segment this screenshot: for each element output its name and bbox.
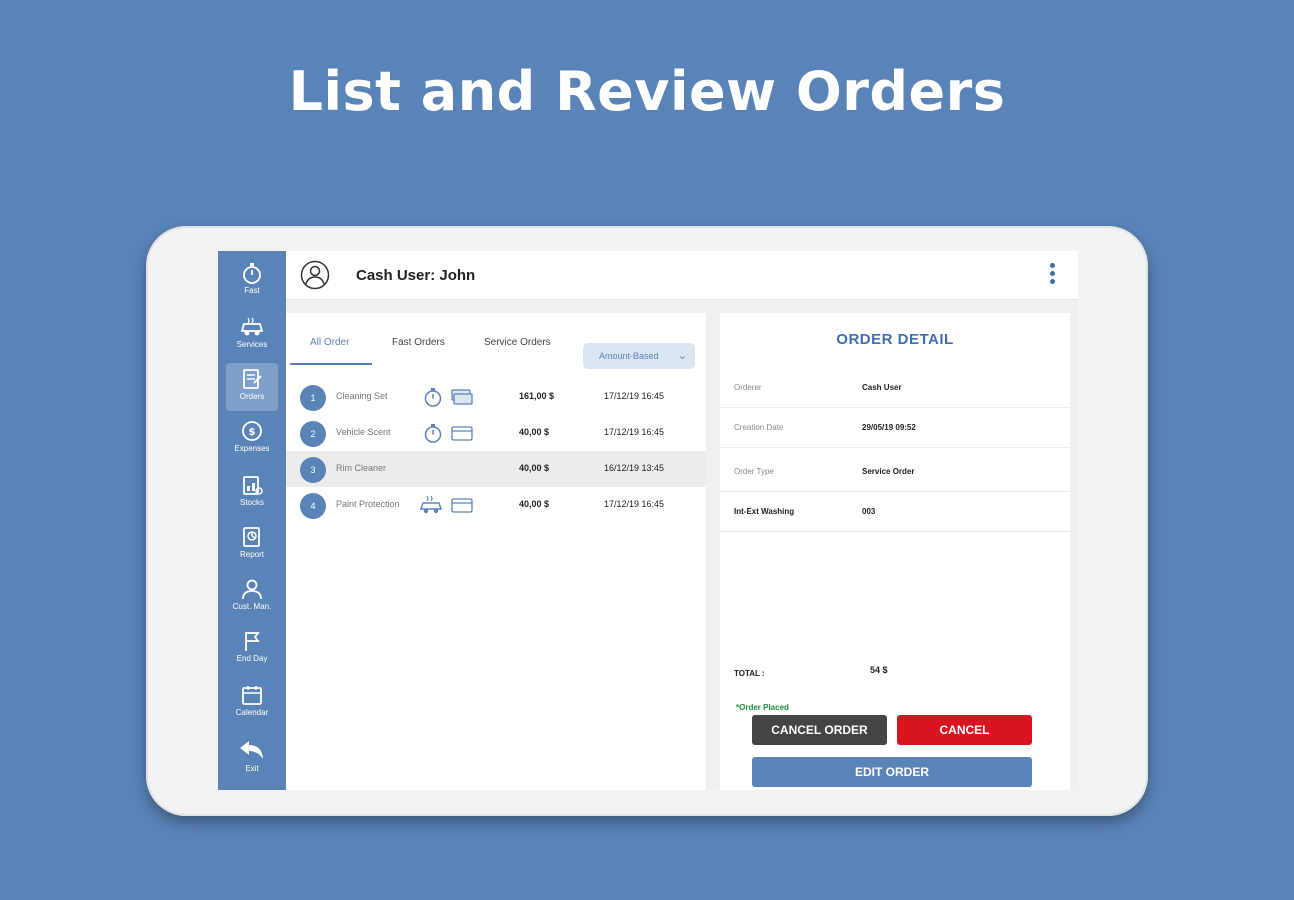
detail-row-order-type: Order Type Service Order: [720, 451, 1070, 492]
order-row[interactable]: 2 Vehicle Scent 40,00 $ 17/12/19 16:45: [286, 415, 706, 451]
status-text: *Order Placed: [736, 703, 789, 712]
order-date: 16/12/19 13:45: [604, 463, 665, 473]
order-number-badge: 1: [300, 385, 326, 411]
order-row[interactable]: 1 Cleaning Set 161,00 $ 17/12/19 16:45: [286, 379, 706, 415]
credit-card-icon: [451, 426, 473, 441]
order-date: 17/12/19 16:45: [604, 391, 665, 401]
orders-icon: [243, 369, 262, 389]
sidebar-item-exit[interactable]: Exit: [226, 735, 278, 783]
app-screen: Fast Services Orders $ Expenses Stocks R…: [218, 251, 1078, 790]
detail-row-creation-date: Creation Date 29/05/19 09:52: [720, 407, 1070, 448]
exit-arrow-icon: [240, 741, 263, 759]
sidebar-item-label: Services: [236, 340, 268, 349]
detail-label: Order Type: [734, 467, 774, 476]
sidebar-item-label: Fast: [244, 286, 260, 295]
tab-all-orders[interactable]: All Order: [310, 337, 349, 348]
sidebar-item-customer-management[interactable]: Cust. Man.: [226, 573, 278, 621]
headline: List and Review Orders: [288, 60, 1006, 123]
order-item-name: Paint Protection: [336, 499, 400, 509]
stopwatch-icon: [424, 424, 442, 443]
order-price: 40,00 $: [519, 463, 550, 473]
person-icon: [242, 579, 262, 600]
more-menu-icon[interactable]: [1050, 263, 1056, 289]
flag-icon: [245, 632, 260, 651]
chevron-down-icon: ⌄: [677, 350, 687, 362]
stocks-icon: [243, 476, 263, 495]
sidebar-item-label: Orders: [239, 392, 265, 401]
report-icon: [243, 527, 260, 547]
detail-label: Orderer: [734, 383, 762, 392]
sidebar-item-stocks[interactable]: Stocks: [226, 469, 278, 517]
stopwatch-icon: [424, 388, 442, 407]
order-number-badge: 3: [300, 457, 326, 483]
sidebar-item-calendar[interactable]: Calendar: [226, 679, 278, 727]
user-avatar-icon[interactable]: [300, 260, 330, 290]
order-item-name: Cleaning Set: [336, 391, 388, 401]
detail-row-service: Int-Ext Washing 003: [720, 491, 1070, 532]
order-row[interactable]: 4 Paint Protection 40,00 $ 17/12/19 16:4…: [286, 487, 706, 523]
order-price: 40,00 $: [519, 427, 550, 437]
total-label: TOTAL :: [734, 669, 765, 678]
order-number-badge: 4: [300, 493, 326, 519]
sidebar-item-end-day[interactable]: End Day: [226, 625, 278, 673]
sidebar-item-label: Exit: [245, 764, 259, 773]
order-list-panel: All Order Fast Orders Service Orders Amo…: [286, 313, 706, 790]
sidebar-item-label: Cust. Man.: [232, 602, 272, 611]
sidebar-item-orders[interactable]: Orders: [226, 363, 278, 411]
sidebar-item-label: Stocks: [239, 498, 264, 507]
sidebar: Fast Services Orders $ Expenses Stocks R…: [218, 251, 286, 790]
credit-card-icon: [451, 498, 473, 513]
total-value: 54 $: [870, 665, 888, 675]
active-tab-indicator: [290, 363, 372, 365]
stopwatch-icon: [243, 263, 261, 284]
order-item-name: Vehicle Scent: [336, 427, 391, 437]
detail-row-orderer: Orderer Cash User: [720, 367, 1070, 408]
cancel-order-button[interactable]: CANCEL ORDER: [752, 715, 887, 745]
car-wash-icon: [420, 495, 442, 514]
sidebar-item-services[interactable]: Services: [226, 311, 278, 359]
order-number-badge: 2: [300, 421, 326, 447]
page-title: Cash User: John: [356, 267, 476, 284]
coin-icon: $: [242, 421, 262, 441]
detail-title: ORDER DETAIL: [836, 331, 954, 348]
order-row-selected[interactable]: 3 Rim Cleaner 40,00 $ 16/12/19 13:45: [286, 451, 706, 487]
sidebar-item-label: End Day: [236, 654, 268, 663]
detail-value: Cash User: [862, 383, 902, 392]
sidebar-item-report[interactable]: Report: [226, 521, 278, 569]
detail-label: Int-Ext Washing: [734, 507, 795, 516]
svg-text:$: $: [249, 427, 256, 438]
sidebar-item-fast[interactable]: Fast: [226, 257, 278, 305]
detail-value: Service Order: [862, 467, 915, 476]
car-icon: [240, 317, 264, 336]
top-bar: Cash User: John: [286, 251, 1078, 300]
filter-label: Amount-Based: [599, 351, 659, 361]
detail-value: 29/05/19 09:52: [862, 423, 916, 432]
cancel-button[interactable]: CANCEL: [897, 715, 1032, 745]
order-price: 161,00 $: [519, 391, 555, 401]
order-detail-panel: ORDER DETAIL Orderer Cash User Creation …: [720, 313, 1070, 790]
detail-label: Creation Date: [734, 423, 784, 432]
tab-service-orders[interactable]: Service Orders: [484, 337, 551, 348]
order-tabs: All Order Fast Orders Service Orders Amo…: [286, 329, 706, 369]
tab-fast-orders[interactable]: Fast Orders: [392, 337, 445, 348]
detail-value: 003: [862, 507, 876, 516]
sidebar-item-label: Report: [239, 550, 264, 559]
sidebar-item-label: Calendar: [235, 708, 269, 717]
calendar-icon: [242, 686, 262, 705]
order-date: 17/12/19 16:45: [604, 499, 665, 509]
order-item-name: Rim Cleaner: [336, 463, 387, 473]
order-date: 17/12/19 16:45: [604, 427, 665, 437]
edit-order-button[interactable]: EDIT ORDER: [752, 757, 1032, 787]
sidebar-item-expenses[interactable]: $ Expenses: [226, 415, 278, 463]
order-price: 40,00 $: [519, 499, 550, 509]
cash-stack-icon: [451, 389, 473, 405]
sidebar-item-label: Expenses: [234, 444, 270, 453]
amount-filter-dropdown[interactable]: Amount-Based ⌄: [583, 343, 695, 369]
